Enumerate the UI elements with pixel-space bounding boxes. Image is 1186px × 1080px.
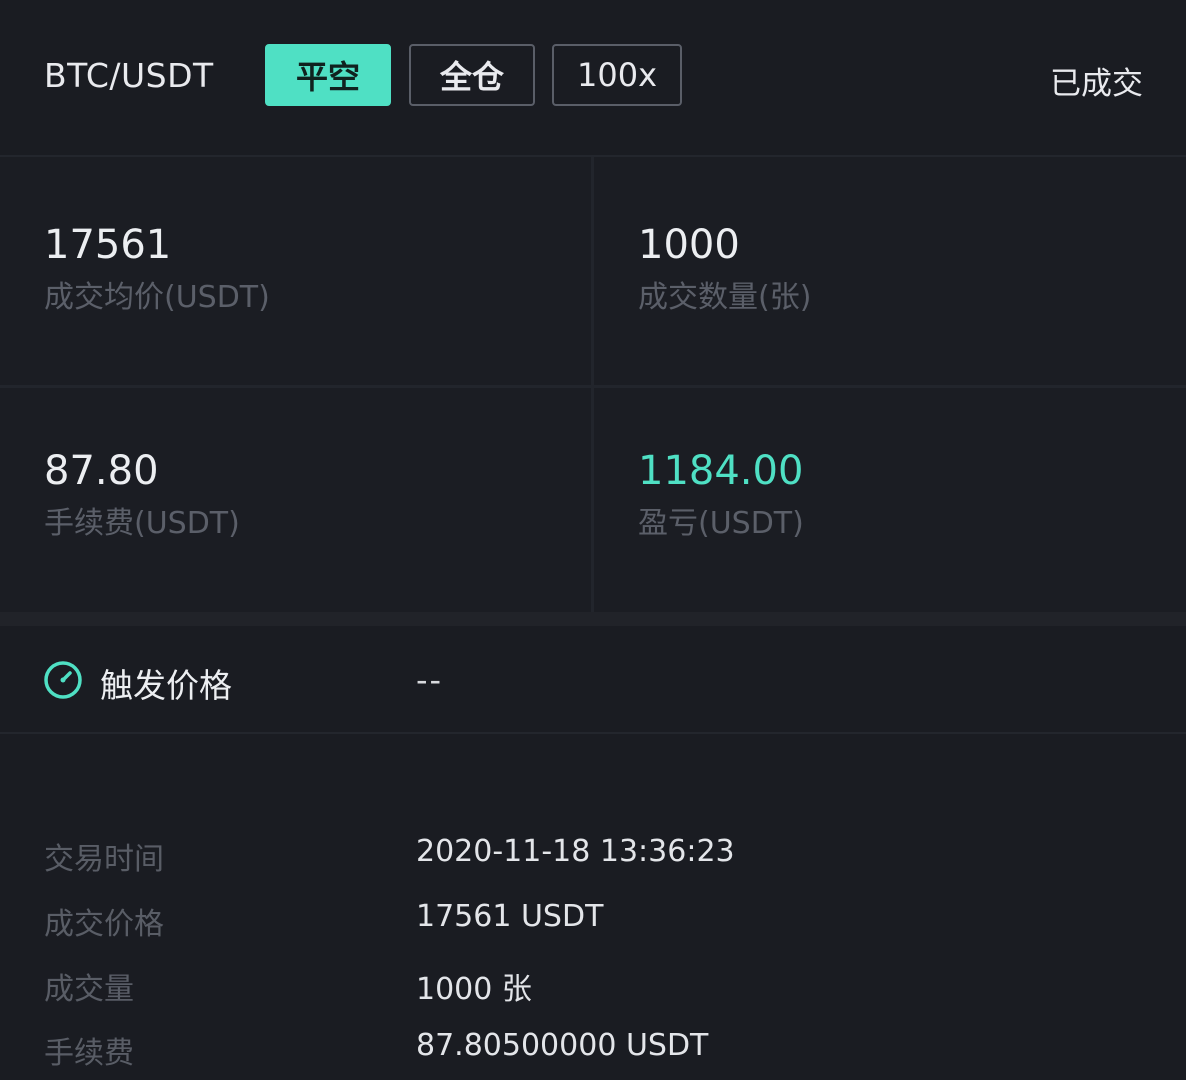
fee-label: 手续费(USDT)	[44, 506, 240, 541]
close-short-tag: 平空	[265, 44, 391, 106]
trade-fee-value: 87.80500000 USDT	[416, 1028, 709, 1063]
quantity-value: 1000	[638, 222, 740, 268]
detail-row-trade-fee: 手续费 87.80500000 USDT	[0, 1028, 1186, 1078]
stat-pnl: 1184.00 盈亏(USDT)	[638, 447, 804, 543]
trade-price-value: 17561 USDT	[416, 899, 604, 934]
stat-fee: 87.80 手续费(USDT)	[44, 447, 240, 543]
trade-time-value: 2020-11-18 13:36:23	[416, 834, 735, 869]
stat-avg-price: 17561 成交均价(USDT)	[44, 221, 270, 317]
quantity-label: 成交数量(张)	[638, 280, 812, 315]
fee-value: 87.80	[44, 448, 159, 494]
section-separator	[0, 612, 1186, 626]
pnl-value: 1184.00	[638, 448, 804, 494]
trigger-price-value: --	[416, 661, 444, 699]
trigger-price-label: 触发价格	[100, 666, 232, 705]
trading-pair: BTC/USDT	[44, 56, 214, 95]
trade-details-list: 交易时间 2020-11-18 13:36:23 成交价格 17561 USDT…	[0, 734, 1186, 1080]
order-status: 已成交	[1050, 66, 1143, 102]
order-header: BTC/USDT 平空 全仓 100x 已成交	[0, 0, 1186, 157]
avg-price-label: 成交均价(USDT)	[44, 280, 270, 315]
detail-row-trade-volume: 成交量 1000 张	[0, 964, 1186, 1014]
detail-row-trade-time: 交易时间 2020-11-18 13:36:23	[0, 834, 1186, 884]
order-detail-page: BTC/USDT 平空 全仓 100x 已成交 17561 成交均价(USDT)…	[0, 0, 1186, 1080]
trade-volume-label: 成交量	[44, 972, 134, 1007]
gauge-icon	[44, 661, 82, 699]
detail-row-trade-price: 成交价格 17561 USDT	[0, 899, 1186, 949]
trade-fee-label: 手续费	[44, 1036, 134, 1071]
trade-time-label: 交易时间	[44, 842, 164, 877]
order-stats-grid: 17561 成交均价(USDT) 1000 成交数量(张) 87.80 手续费(…	[0, 157, 1186, 612]
leverage-tag: 100x	[552, 44, 682, 106]
trigger-price-row: 触发价格 --	[0, 626, 1186, 734]
avg-price-value: 17561	[44, 222, 172, 268]
stat-quantity: 1000 成交数量(张)	[638, 221, 811, 317]
trade-volume-value: 1000 张	[416, 972, 532, 1007]
stats-horizontal-divider	[0, 385, 1186, 388]
cross-margin-tag: 全仓	[409, 44, 535, 106]
pnl-label: 盈亏(USDT)	[638, 506, 804, 541]
trade-price-label: 成交价格	[44, 907, 164, 942]
